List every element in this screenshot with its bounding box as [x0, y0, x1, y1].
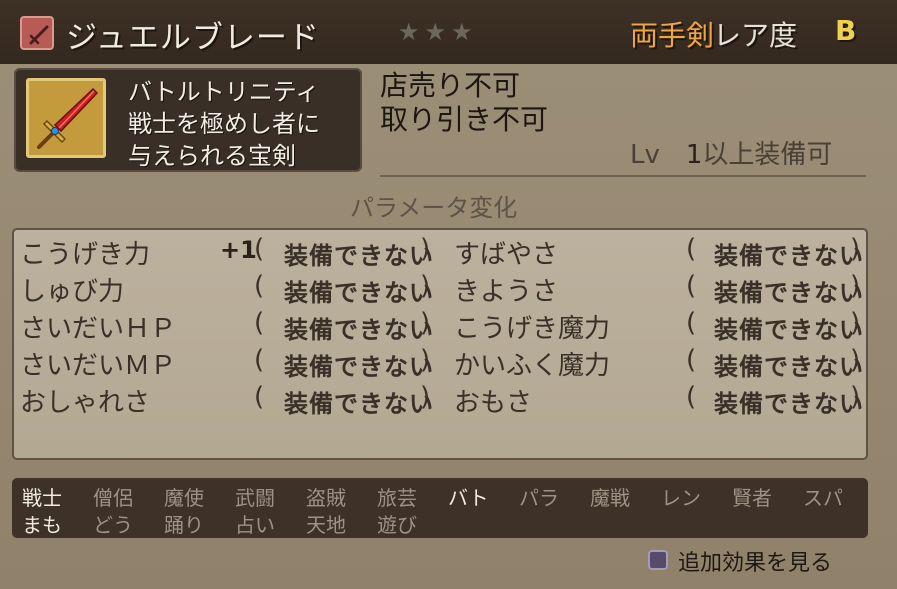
job-fortune-teller: 占い: [235, 513, 275, 537]
rarity-stars: ★★★: [398, 18, 478, 46]
paren-close: ): [850, 271, 861, 301]
param-status: 装備できない: [284, 242, 434, 270]
paren-open: (: [686, 308, 697, 338]
paren-open: (: [686, 271, 697, 301]
level-suffix: 以上装備可: [702, 140, 833, 170]
param-status: 装備できない: [284, 353, 434, 381]
job-dancer: 踊り: [164, 513, 204, 537]
level-prefix: Lv: [630, 140, 660, 170]
param-name: こうげき力: [20, 240, 151, 270]
equip-level-requirement: Lv 1以上装備可: [630, 134, 832, 171]
param-name: すばやさ: [454, 240, 559, 270]
job-mage: 魔使: [164, 486, 204, 510]
job-luminary: まも: [22, 513, 62, 537]
job-minstrel: 旅芸: [377, 486, 417, 510]
paren-close: ): [420, 345, 431, 375]
square-button-icon: [648, 550, 668, 570]
paren-open: (: [254, 308, 265, 338]
paren-close: ): [850, 345, 861, 375]
paren-open: (: [686, 382, 697, 412]
param-name: きようさ: [454, 277, 559, 307]
job-monster-master: どう: [93, 513, 133, 537]
description-line: 戦士を極めし者に: [128, 110, 320, 138]
param-modifier: +1: [220, 236, 257, 264]
paren-open: (: [254, 271, 265, 301]
item-image: [26, 78, 106, 158]
item-name: ジュエルブレード: [66, 20, 320, 56]
equipment-detail-screen: ジュエルブレード ★★★ 両手剣 レア度 B バトルトリニティ 戦士を極めし者に…: [0, 0, 897, 589]
param-name: さいだいＭＰ: [20, 351, 177, 381]
job-martial-artist: 武闘: [235, 486, 275, 510]
job-sage: 賢者: [732, 486, 772, 510]
paren-open: (: [254, 345, 265, 375]
job-priest: 僧侶: [93, 486, 133, 510]
description-line: バトルトリニティ: [128, 78, 320, 106]
paren-close: ): [850, 308, 861, 338]
parameter-changes-panel: こうげき力 +1 ( 装備できない ) すばやさ ( 装備できない ) しゅび力…: [12, 228, 868, 460]
paren-close: ): [420, 234, 431, 264]
param-status: 装備できない: [714, 353, 864, 381]
job-gadabout: 遊び: [377, 513, 417, 537]
job-paladin: パラ: [519, 486, 559, 510]
param-status: 装備できない: [714, 390, 864, 418]
param-row: こうげき力 +1 ( 装備できない ) すばやさ ( 装備できない ): [14, 234, 866, 270]
job-warrior: 戦士: [22, 486, 62, 510]
paren-close: ): [850, 234, 861, 264]
param-row: おしゃれさ ( 装備できない ) おもさ ( 装備できない ): [14, 382, 866, 418]
paren-open: (: [254, 234, 265, 264]
paren-open: (: [686, 234, 697, 264]
equippable-jobs-panel: 戦士 僧侶 魔使 武闘 盗賊 旅芸 バト パラ 魔戦 レン 賢者 スパ まも ど…: [12, 478, 868, 538]
level-value: 1: [685, 140, 703, 170]
param-status: 装備できない: [284, 279, 434, 307]
param-name: しゅび力: [20, 277, 125, 307]
rarity-grade: B: [835, 14, 857, 47]
job-druid: 天地: [306, 513, 346, 537]
param-name: かいふく魔力: [454, 351, 611, 381]
param-status: 装備できない: [714, 242, 864, 270]
item-description-box: バトルトリニティ 戦士を極めし者に 与えられる宝剣: [14, 68, 362, 172]
paren-close: ): [420, 308, 431, 338]
job-battle-master: バト: [448, 486, 489, 510]
description-line: 与えられる宝剣: [128, 142, 296, 170]
job-ranger: レン: [661, 486, 701, 510]
paren-close: ): [850, 382, 861, 412]
params-title: パラメータ変化: [350, 194, 518, 222]
param-status: 装備できない: [284, 316, 434, 344]
header-bar: ジュエルブレード ★★★ 両手剣 レア度 B: [0, 0, 897, 64]
param-name: こうげき魔力: [454, 314, 611, 344]
sword-icon: [20, 16, 54, 50]
paren-open: (: [254, 382, 265, 412]
job-armamentalist: 魔戦: [590, 486, 630, 510]
paren-close: ): [420, 271, 431, 301]
job-superstar: スパ: [803, 486, 843, 510]
param-status: 装備できない: [714, 279, 864, 307]
param-status: 装備できない: [284, 390, 434, 418]
view-effects-label: 追加効果を見る: [678, 551, 833, 576]
param-row: さいだいＨＰ ( 装備できない ) こうげき魔力 ( 装備できない ): [14, 308, 866, 344]
divider: [380, 175, 866, 177]
paren-open: (: [686, 345, 697, 375]
param-status: 装備できない: [714, 316, 864, 344]
job-thief: 盗賊: [306, 486, 346, 510]
rarity-label: レア度: [713, 19, 798, 52]
weapon-category: 両手剣: [630, 19, 715, 52]
param-row: しゅび力 ( 装備できない ) きようさ ( 装備できない ): [14, 271, 866, 307]
trade-restriction: 取り引き不可: [380, 103, 549, 136]
param-name: おもさ: [454, 388, 533, 418]
param-name: おしゃれさ: [20, 388, 151, 418]
paren-close: ): [420, 382, 431, 412]
param-name: さいだいＨＰ: [20, 314, 177, 344]
param-row: さいだいＭＰ ( 装備できない ) かいふく魔力 ( 装備できない ): [14, 345, 866, 381]
